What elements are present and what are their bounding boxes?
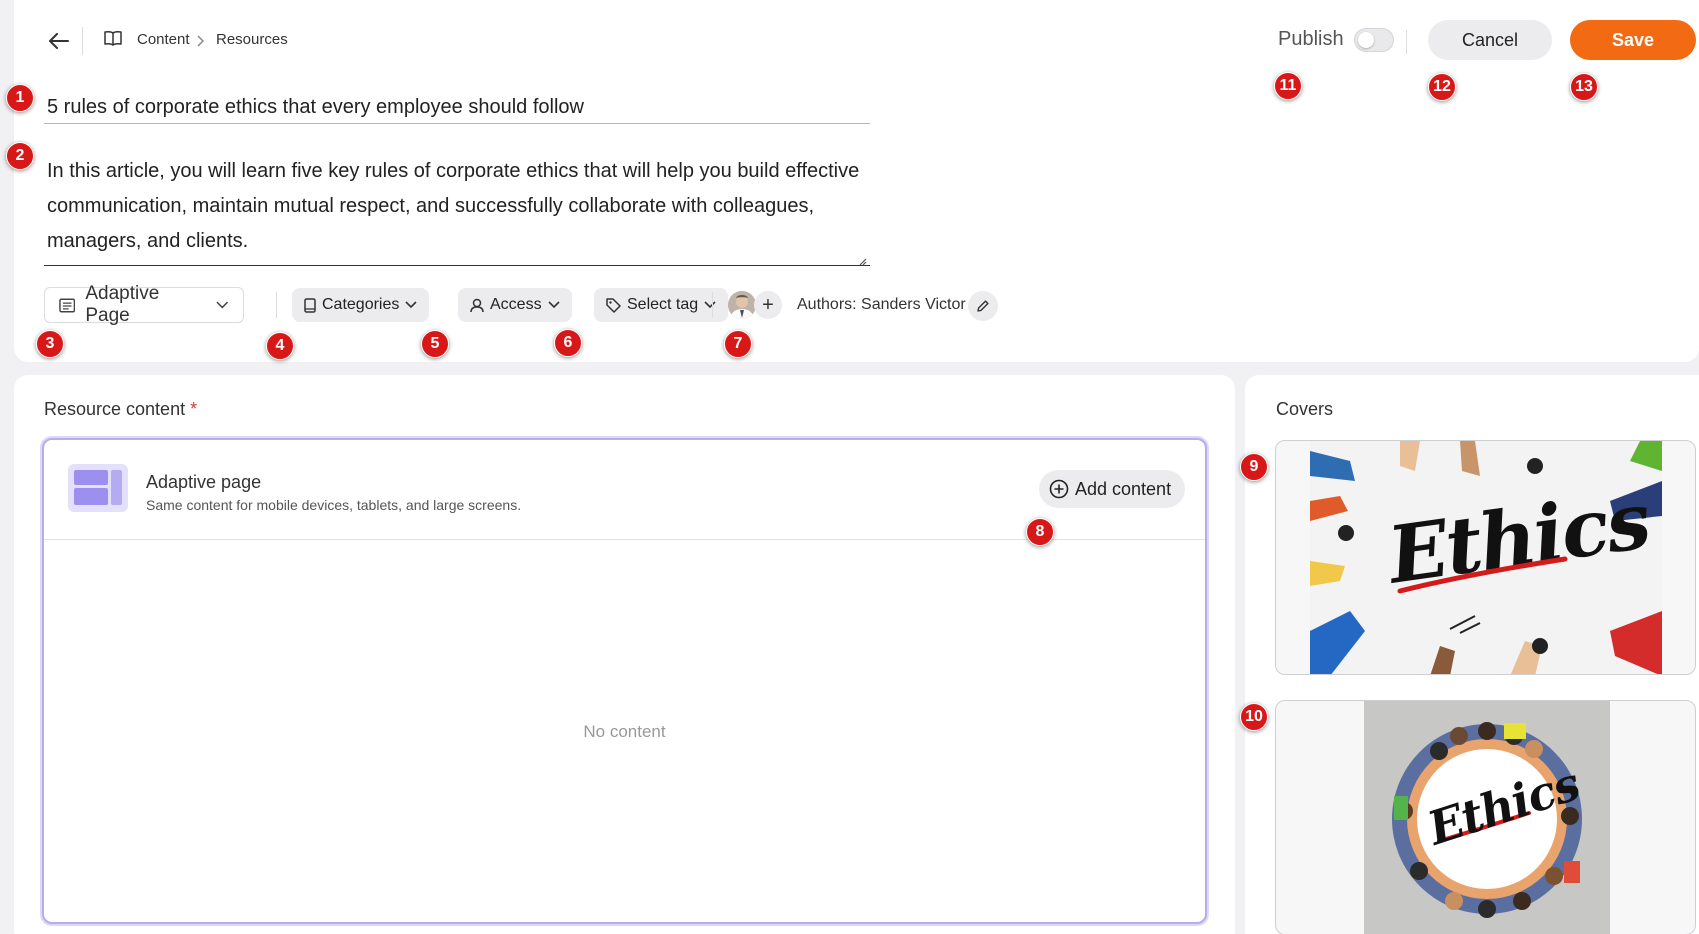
- annotation-marker-5: 5: [421, 330, 449, 358]
- publish-label: Publish: [1278, 28, 1344, 50]
- chevron-down-icon: [548, 301, 560, 309]
- save-button[interactable]: Save: [1570, 20, 1696, 60]
- document-icon: [59, 298, 76, 312]
- categories-label: Categories: [322, 296, 400, 313]
- categories-dropdown[interactable]: Categories: [292, 288, 430, 322]
- resource-content-title: Resource content *: [44, 399, 197, 420]
- book-icon: [104, 30, 122, 51]
- divider: [276, 292, 277, 318]
- annotation-marker-8: 8: [1026, 518, 1054, 546]
- author-avatar: [728, 291, 756, 319]
- plus-circle-icon: [1049, 479, 1069, 499]
- divider: [1406, 30, 1407, 54]
- add-content-button[interactable]: Add content: [1039, 470, 1185, 508]
- chevron-down-icon: [405, 301, 417, 309]
- cancel-button[interactable]: Cancel: [1428, 20, 1552, 60]
- divider: [712, 292, 713, 318]
- ethics-hands-image: Ethics: [1310, 441, 1662, 674]
- edit-authors-button[interactable]: [968, 291, 998, 321]
- page-type-select[interactable]: Adaptive Page: [44, 283, 244, 326]
- annotation-marker-9: 9: [1240, 453, 1268, 481]
- annotation-marker-11: 11: [1274, 72, 1302, 100]
- arrow-left-icon: [49, 33, 69, 49]
- required-mark: *: [190, 399, 198, 419]
- annotation-marker-6: 6: [554, 329, 582, 357]
- adaptive-page-block: Adaptive page Same content for mobile de…: [42, 438, 1207, 924]
- tag-icon: [606, 297, 621, 313]
- toggle-knob: [1358, 32, 1374, 48]
- access-label: Access: [490, 296, 542, 313]
- pencil-icon: [977, 300, 989, 312]
- empty-state-text: No content: [583, 722, 666, 741]
- breadcrumb-resources: Resources: [216, 31, 288, 48]
- description-textarea[interactable]: In this article, you will learn five key…: [44, 152, 870, 266]
- annotation-marker-7: 7: [724, 330, 752, 358]
- title-input[interactable]: [44, 92, 870, 124]
- plus-icon: +: [762, 293, 774, 316]
- access-dropdown[interactable]: Access: [458, 288, 572, 322]
- add-author-button[interactable]: +: [754, 291, 782, 319]
- chevron-right-icon: [196, 34, 205, 52]
- resize-handle-icon[interactable]: [857, 253, 867, 271]
- covers-title: Covers: [1276, 399, 1334, 419]
- tag-label: Select tag: [627, 296, 699, 313]
- adaptive-page-title: Adaptive page: [146, 472, 262, 492]
- divider: [82, 27, 83, 55]
- chevron-down-icon: [216, 301, 229, 309]
- page-type-label: Adaptive Page: [85, 283, 160, 326]
- annotation-marker-4: 4: [266, 332, 294, 360]
- adaptive-page-subtitle: Same content for mobile devices, tablets…: [146, 497, 522, 513]
- cover-image-2[interactable]: Ethics: [1275, 700, 1696, 934]
- annotation-marker-2: 2: [6, 142, 34, 170]
- user-icon: [470, 298, 484, 312]
- publish-toggle[interactable]: [1354, 28, 1394, 52]
- cover-image-1[interactable]: Ethics: [1275, 440, 1696, 675]
- back-button[interactable]: [44, 26, 74, 56]
- chevron-down-icon: [704, 301, 716, 309]
- annotation-marker-3: 3: [36, 330, 64, 358]
- resource-content-title-text: Resource content: [44, 399, 186, 419]
- annotation-marker-13: 13: [1570, 73, 1598, 101]
- tag-dropdown[interactable]: Select tag: [594, 288, 729, 322]
- adaptive-layout-icon: [68, 464, 128, 512]
- annotation-marker-12: 12: [1428, 73, 1456, 101]
- book-icon: [304, 297, 316, 313]
- annotation-marker-1: 1: [6, 84, 34, 112]
- add-content-label: Add content: [1075, 478, 1172, 499]
- annotation-marker-10: 10: [1240, 703, 1268, 731]
- breadcrumb-content[interactable]: Content: [137, 31, 190, 48]
- authors-label: Authors: Sanders Victor: [797, 296, 966, 313]
- user-photo-icon: [728, 291, 756, 319]
- ethics-circle-image: Ethics: [1364, 701, 1610, 934]
